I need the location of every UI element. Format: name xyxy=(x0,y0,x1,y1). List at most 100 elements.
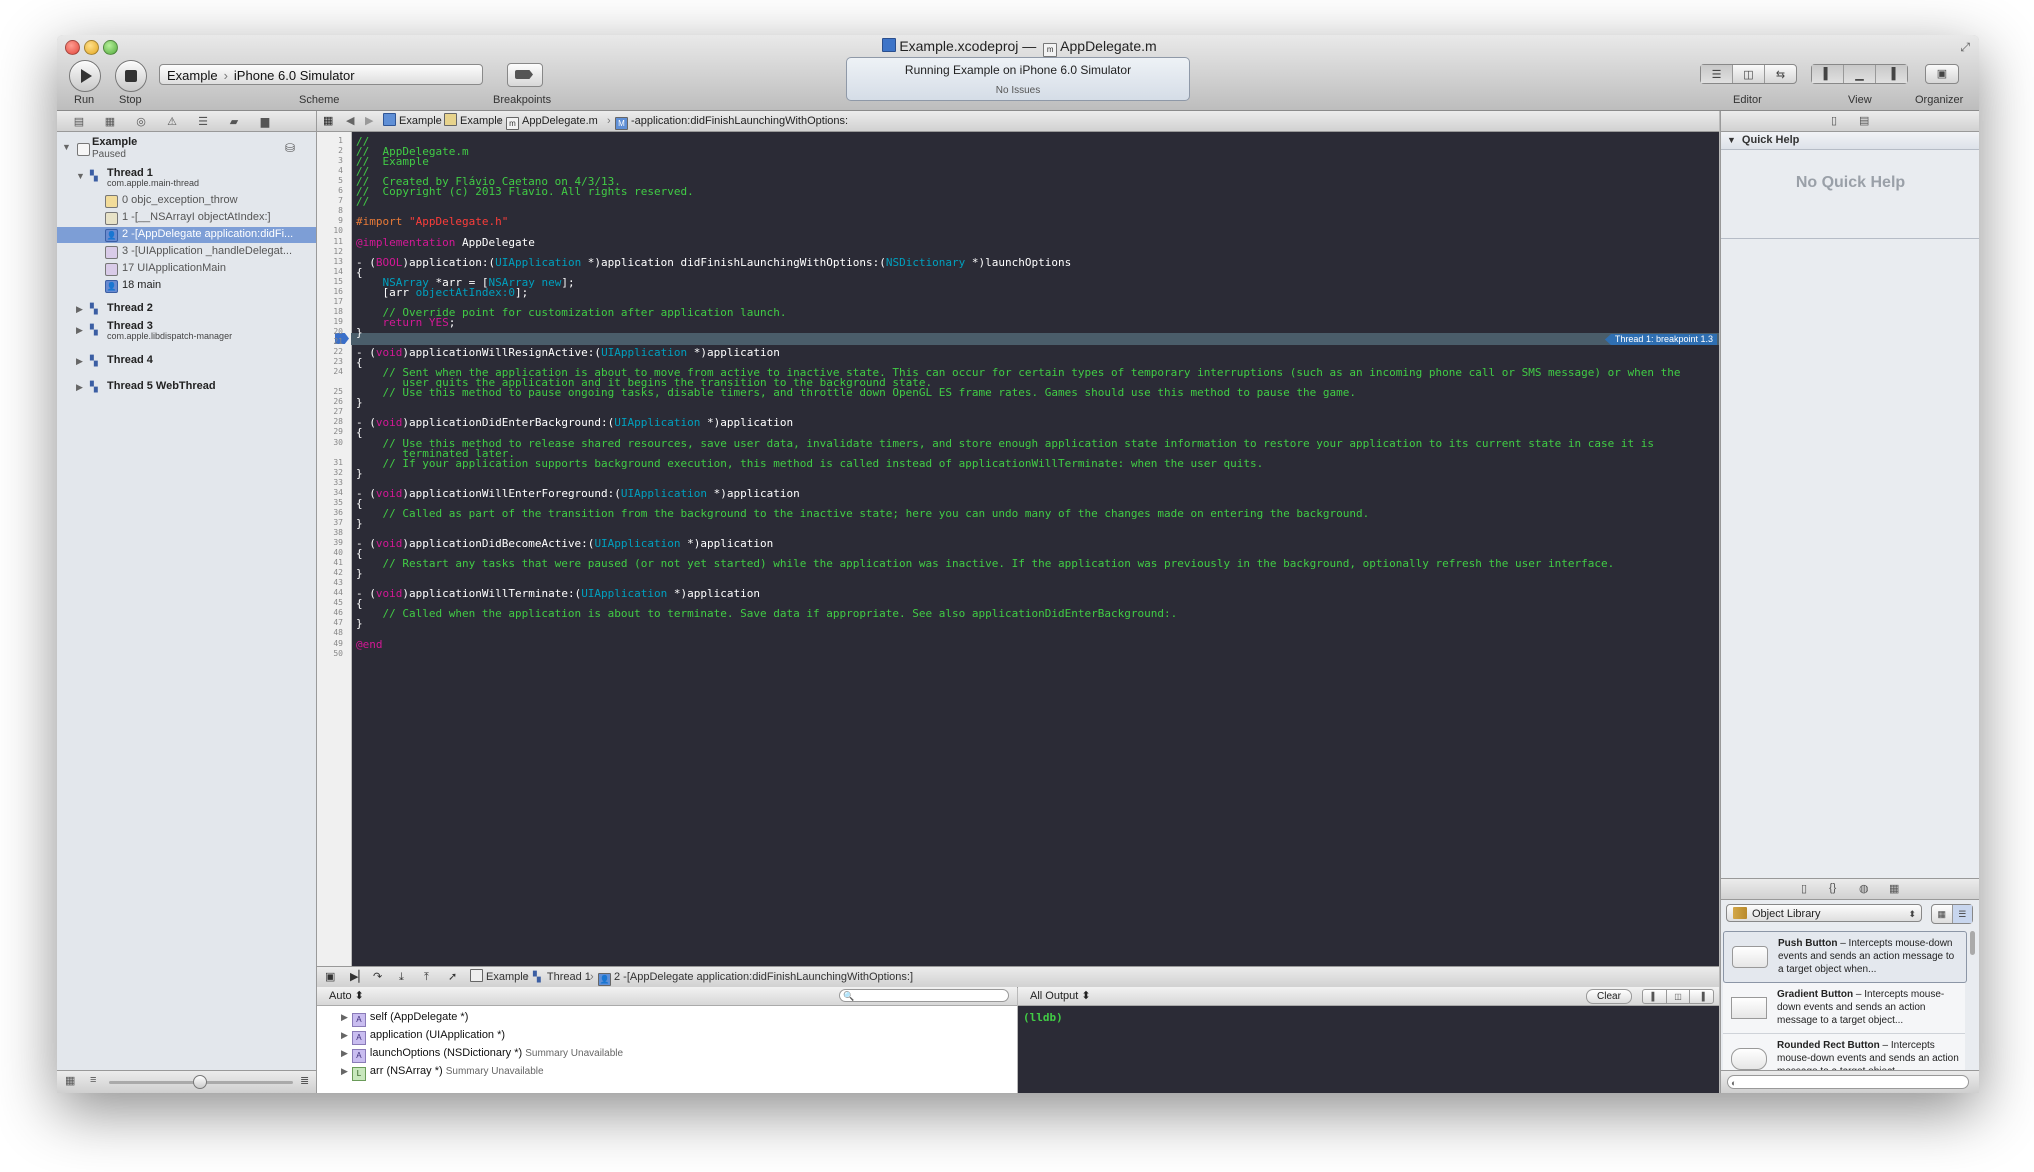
line-number[interactable]: 18 xyxy=(317,307,343,316)
disclosure-right-icon[interactable]: ▶ xyxy=(76,356,83,367)
line-number[interactable]: 25 xyxy=(317,387,343,396)
line-number[interactable]: 23 xyxy=(317,357,343,366)
log-navigator-icon[interactable]: ▆ xyxy=(257,115,273,128)
line-number[interactable]: 15 xyxy=(317,277,343,286)
line-number[interactable]: 46 xyxy=(317,608,343,617)
disclosure-right-icon[interactable]: ▶ xyxy=(76,325,83,336)
code-line[interactable]: - (void)applicationWillEnterForeground:(… xyxy=(356,487,800,500)
line-number[interactable]: 30 xyxy=(317,438,343,447)
line-number[interactable]: 22 xyxy=(317,347,343,356)
line-number[interactable]: 40 xyxy=(317,548,343,557)
code-line[interactable]: } xyxy=(356,326,363,339)
line-number[interactable]: 13 xyxy=(317,257,343,266)
line-number[interactable]: 6 xyxy=(317,186,343,195)
hide-debug-area-icon[interactable]: ▣ xyxy=(325,967,335,987)
thread-row[interactable]: ▶ ▚ Thread 3 com.apple.libdispatch-manag… xyxy=(57,320,316,344)
output-filter-popup[interactable]: All Output ⬍ xyxy=(1030,987,1091,1005)
line-number[interactable]: 20 xyxy=(317,327,343,336)
line-number[interactable]: 17 xyxy=(317,297,343,306)
forward-arrow-icon[interactable]: ▶ xyxy=(365,111,373,131)
library-item-push-button[interactable]: Push Button – Intercepts mouse-down even… xyxy=(1723,931,1967,983)
search-navigator-icon[interactable]: ◎ xyxy=(133,115,149,128)
standard-editor-icon[interactable]: ☰ xyxy=(1701,65,1733,83)
line-number[interactable]: 4 xyxy=(317,166,343,175)
line-number[interactable]: 49 xyxy=(317,639,343,648)
code-snippet-library-icon[interactable]: {} xyxy=(1829,882,1836,894)
library-scrollbar[interactable] xyxy=(1970,931,1975,955)
version-editor-icon[interactable]: ⇆ xyxy=(1765,65,1796,83)
process-options-icon[interactable]: ⛁ xyxy=(285,141,295,155)
library-popup[interactable]: Object Library ⬍ xyxy=(1726,904,1922,922)
debug-area-toggle-icon[interactable]: ▁ xyxy=(1844,65,1876,83)
fullscreen-icon[interactable]: ⤢ xyxy=(1960,40,1970,55)
code-line[interactable]: - (void)applicationWillResignActive:(UIA… xyxy=(356,346,780,359)
line-number[interactable]: 3 xyxy=(317,156,343,165)
file-inspector-icon[interactable]: ▯ xyxy=(1831,114,1837,127)
library-filter-field[interactable]: ◐ xyxy=(1727,1075,1969,1089)
code-line[interactable]: [arr objectAtIndex:0]; xyxy=(356,286,528,299)
code-line[interactable]: - (void)applicationWillTerminate:(UIAppl… xyxy=(356,587,760,600)
line-number[interactable]: 26 xyxy=(317,397,343,406)
thread-filter-icon[interactable]: ▦ xyxy=(65,1074,75,1087)
thread-row[interactable]: ▶ ▚ Thread 5 WebThread xyxy=(57,379,316,395)
code-line[interactable]: @implementation AppDelegate xyxy=(356,236,535,249)
related-items-icon[interactable]: ▦ xyxy=(323,111,333,131)
file-template-library-icon[interactable]: ▯ xyxy=(1801,882,1807,895)
line-number[interactable]: 37 xyxy=(317,518,343,527)
stack-frame-row[interactable]: 👤 18 main xyxy=(57,278,316,294)
code-line[interactable]: // Called when the application is about … xyxy=(356,607,1177,620)
variable-row[interactable]: ▶ Aself (AppDelegate *) xyxy=(341,1009,468,1027)
line-number[interactable]: 10 xyxy=(317,226,343,235)
variable-row[interactable]: ▶ Larr (NSArray *) Summary Unavailable xyxy=(341,1063,544,1081)
jump-crumb-project[interactable]: Example xyxy=(383,111,442,131)
line-number[interactable]: 42 xyxy=(317,568,343,577)
project-navigator-icon[interactable]: ▤ xyxy=(71,115,87,128)
line-number[interactable]: 5 xyxy=(317,176,343,185)
utilities-toggle-icon[interactable]: ▐ xyxy=(1876,65,1907,83)
line-number[interactable]: 32 xyxy=(317,468,343,477)
icon-view-icon[interactable]: ▦ xyxy=(1932,905,1953,923)
disclosure-down-icon[interactable]: ▼ xyxy=(62,142,71,152)
stack-depth-slider-knob[interactable] xyxy=(193,1075,207,1089)
code-line[interactable]: } xyxy=(356,517,363,530)
line-number[interactable]: 19 xyxy=(317,317,343,326)
step-into-icon[interactable]: ⤓ xyxy=(399,967,404,987)
disclosure-right-icon[interactable]: ▶ xyxy=(341,1048,348,1058)
code-line[interactable]: @end xyxy=(356,638,383,651)
variable-row[interactable]: ▶ Aapplication (UIApplication *) xyxy=(341,1027,505,1045)
breakpoints-button[interactable] xyxy=(507,63,543,87)
jump-crumb-method[interactable]: M -application:didFinishLaunchingWithOpti… xyxy=(615,111,848,131)
organizer-button[interactable]: ▣ xyxy=(1925,64,1959,84)
line-number[interactable]: 28 xyxy=(317,417,343,426)
line-number[interactable]: 36 xyxy=(317,508,343,517)
disclosure-right-icon[interactable]: ▶ xyxy=(76,382,83,393)
code-line[interactable]: } xyxy=(356,567,363,580)
stack-frame-row[interactable]: 1 -[__NSArrayI objectAtIndex:] xyxy=(57,210,316,226)
quick-help-inspector-icon[interactable]: ▤ xyxy=(1859,114,1869,127)
code-line[interactable]: // Copyright (c) 2013 Flavio. All rights… xyxy=(356,185,694,198)
disclosure-right-icon[interactable]: ▶ xyxy=(341,1066,348,1076)
line-number[interactable]: 44 xyxy=(317,588,343,597)
line-number[interactable]: 45 xyxy=(317,598,343,607)
line-number[interactable]: 34 xyxy=(317,488,343,497)
line-number[interactable]: 48 xyxy=(317,628,343,637)
debug-crumb-frame[interactable]: 👤 2 -[AppDelegate application:didFinishLa… xyxy=(598,967,913,987)
line-number[interactable]: 11 xyxy=(317,237,343,246)
process-row[interactable]: ▼ Example Paused ⛁ xyxy=(57,136,316,162)
quick-help-header[interactable]: ▼ Quick Help xyxy=(1721,132,1979,150)
code-line[interactable]: - (void)applicationDidBecomeActive:(UIAp… xyxy=(356,537,773,550)
debug-crumb-process[interactable]: Example xyxy=(470,967,529,987)
line-number[interactable]: 16 xyxy=(317,287,343,296)
scheme-popup[interactable]: Example › iPhone 6.0 Simulator xyxy=(159,64,483,85)
disclosure-down-icon[interactable]: ▼ xyxy=(76,171,85,181)
code-line[interactable]: - (BOOL)application:(UIApplication *)app… xyxy=(356,256,1071,269)
thread-row[interactable]: ▶ ▚ Thread 2 xyxy=(57,301,316,317)
variable-row[interactable]: ▶ AlaunchOptions (NSDictionary *) Summary… xyxy=(341,1045,623,1063)
code-line[interactable]: } xyxy=(356,467,363,480)
line-number[interactable]: 2 xyxy=(317,146,343,155)
show-both-icon[interactable]: ◫ xyxy=(1667,990,1691,1003)
step-out-icon[interactable]: ⤒ xyxy=(424,967,429,987)
line-number[interactable]: 35 xyxy=(317,498,343,507)
console-view[interactable]: All Output ⬍ Clear ▌ ◫ ▐ (lldb) xyxy=(1018,987,1719,1093)
line-number[interactable]: 12 xyxy=(317,247,343,256)
